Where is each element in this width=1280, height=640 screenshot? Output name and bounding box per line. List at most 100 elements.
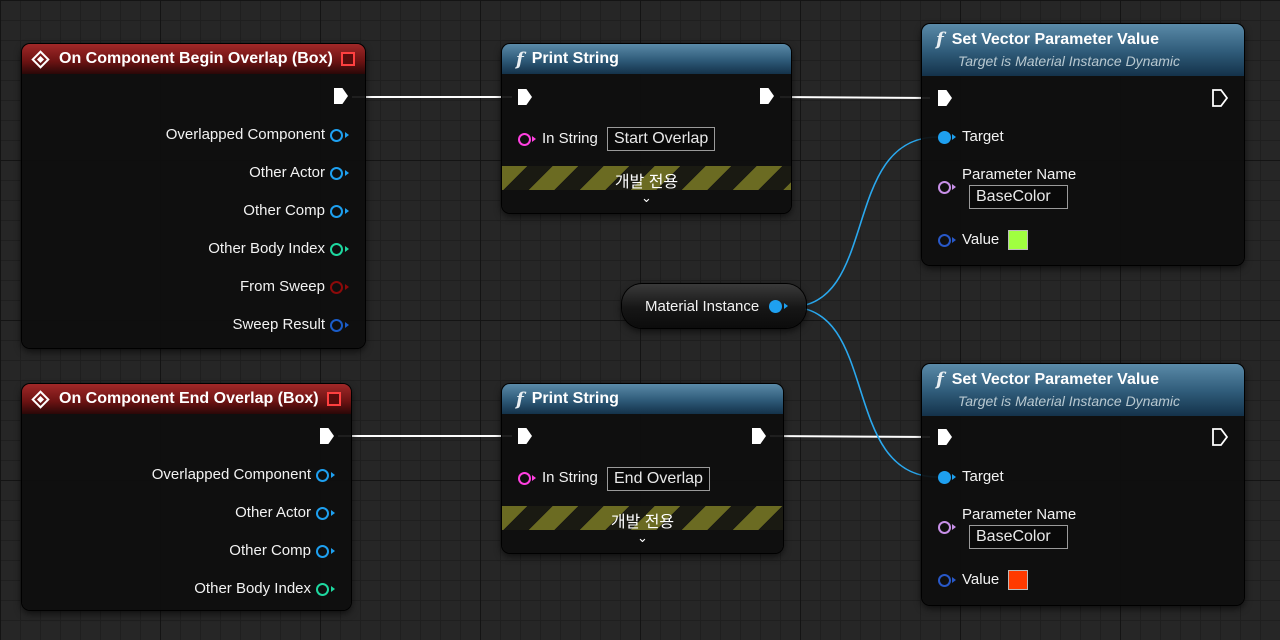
bool-pin[interactable] — [330, 281, 343, 294]
pin-label: Other Actor — [249, 164, 325, 181]
delegate-pin-icon[interactable] — [327, 392, 341, 406]
pin-arrow-icon — [952, 184, 956, 190]
exec-out-pin[interactable] — [760, 88, 774, 104]
parameter-name-input[interactable]: BaseColor — [969, 185, 1068, 209]
dev-only-label: 개발 전용 — [610, 514, 675, 531]
vector-pin[interactable] — [938, 234, 951, 247]
integer-pin[interactable] — [316, 583, 329, 596]
node-title: Set Vector Parameter Value — [951, 30, 1159, 48]
event-diamond-icon — [31, 389, 50, 409]
pin-arrow-icon — [345, 170, 349, 176]
pin-arrow-icon — [532, 475, 536, 481]
node-title: Print String — [531, 50, 619, 67]
pin-label: Parameter Name — [962, 166, 1077, 183]
integer-pin[interactable] — [330, 243, 343, 256]
exec-out-pin[interactable] — [334, 88, 348, 104]
parameter-name-input[interactable]: BaseColor — [969, 525, 1068, 549]
pin-label: Sweep Result — [232, 316, 325, 333]
pin-arrow-icon — [331, 472, 335, 478]
string-pin[interactable] — [518, 133, 531, 146]
function-icon: f — [936, 29, 944, 50]
exec-out-pin[interactable] — [752, 428, 766, 444]
name-pin[interactable] — [938, 521, 951, 534]
pin-arrow-icon — [331, 586, 335, 592]
pin-arrow-icon — [345, 246, 349, 252]
node-subtitle: Target is Material Instance Dynamic — [958, 53, 1181, 69]
exec-out-pin[interactable] — [1212, 428, 1228, 446]
string-pin[interactable] — [518, 472, 531, 485]
object-pin[interactable] — [938, 131, 951, 144]
pin-label: Value — [962, 231, 1000, 248]
node-title: On Component End Overlap (Box) — [59, 390, 319, 407]
event-node-end-overlap[interactable]: On Component End Overlap (Box) Overlappe… — [22, 384, 351, 610]
pin-arrow-icon — [345, 322, 349, 328]
pin-arrow-icon — [952, 134, 956, 140]
pin-label: Parameter Name — [962, 506, 1077, 523]
material-instance-variable-node[interactable]: Material Instance — [622, 284, 806, 328]
in-string-input[interactable]: Start Overlap — [607, 127, 716, 151]
pin-arrow-icon — [345, 132, 349, 138]
set-vector-param-node-green[interactable]: f Set Vector Parameter Value Target is Ma… — [922, 24, 1244, 265]
exec-out-pin[interactable] — [1212, 89, 1228, 107]
object-pin[interactable] — [769, 300, 782, 313]
function-icon: f — [516, 48, 524, 70]
vector-pin[interactable] — [938, 574, 951, 587]
dev-only-label: 개발 전용 — [614, 174, 679, 191]
in-string-input[interactable]: End Overlap — [607, 467, 710, 491]
object-pin[interactable] — [316, 469, 329, 482]
object-pin[interactable] — [316, 507, 329, 520]
object-pin[interactable] — [330, 129, 343, 142]
pin-label: Value — [962, 571, 1000, 588]
name-pin[interactable] — [938, 181, 951, 194]
pin-arrow-icon — [532, 136, 536, 142]
expand-chevron-icon[interactable]: ⌄ — [502, 530, 783, 546]
object-pin[interactable] — [330, 167, 343, 180]
print-string-node-end[interactable]: f Print String In String End Overlap 개발 … — [502, 384, 783, 553]
exec-in-pin[interactable] — [938, 429, 952, 445]
pin-arrow-icon — [345, 208, 349, 214]
expand-chevron-icon[interactable]: ⌄ — [502, 190, 791, 206]
pin-arrow-icon — [331, 510, 335, 516]
pin-label: Other Body Index — [194, 580, 311, 597]
pin-label: Other Comp — [243, 202, 325, 219]
color-swatch-red[interactable] — [1008, 570, 1028, 590]
object-wires — [789, 136, 939, 478]
pin-label: Overlapped Component — [151, 466, 311, 483]
node-header[interactable]: f Print String — [502, 384, 783, 414]
node-header[interactable]: f Set Vector Parameter Value Target is Ma… — [922, 24, 1244, 76]
function-icon: f — [516, 388, 524, 410]
object-pin[interactable] — [938, 471, 951, 484]
exec-in-pin[interactable] — [518, 89, 532, 105]
event-node-begin-overlap[interactable]: On Component Begin Overlap (Box) Overlap… — [22, 44, 365, 348]
object-pin[interactable] — [330, 205, 343, 218]
exec-in-pin[interactable] — [518, 428, 532, 444]
node-title: Set Vector Parameter Value — [951, 370, 1159, 388]
pin-label: From Sweep — [239, 278, 325, 295]
object-pin[interactable] — [316, 545, 329, 558]
set-vector-param-node-red[interactable]: f Set Vector Parameter Value Target is Ma… — [922, 364, 1244, 605]
node-header[interactable]: f Set Vector Parameter Value Target is Ma… — [922, 364, 1244, 416]
exec-out-pin[interactable] — [320, 428, 334, 444]
exec-wire-print-to-setvec-top — [779, 96, 931, 99]
node-header[interactable]: On Component End Overlap (Box) — [22, 384, 351, 414]
color-swatch-green[interactable] — [1008, 230, 1028, 250]
struct-pin[interactable] — [330, 319, 343, 332]
node-header[interactable]: On Component Begin Overlap (Box) — [22, 44, 365, 74]
print-string-node-start[interactable]: f Print String In String Start Overlap 개… — [502, 44, 791, 213]
exec-wire-print-to-setvec-bottom — [769, 435, 931, 438]
delegate-pin-icon[interactable] — [341, 52, 355, 66]
dev-only-banner: 개발 전용 — [502, 166, 791, 191]
variable-label: Material Instance — [645, 298, 760, 315]
pin-label: Other Body Index — [208, 240, 325, 257]
pin-label: In String — [542, 130, 598, 147]
pin-label: Target — [962, 468, 1004, 485]
function-icon: f — [936, 369, 944, 390]
node-header[interactable]: f Print String — [502, 44, 791, 74]
dev-only-banner: 개발 전용 — [502, 506, 783, 531]
pin-label: Other Actor — [235, 504, 311, 521]
exec-in-pin[interactable] — [938, 90, 952, 106]
pin-arrow-icon — [345, 284, 349, 290]
pin-arrow-icon — [952, 474, 956, 480]
object-wire-mi-to-target-bottom — [789, 306, 939, 478]
pin-label: Overlapped Component — [165, 126, 325, 143]
